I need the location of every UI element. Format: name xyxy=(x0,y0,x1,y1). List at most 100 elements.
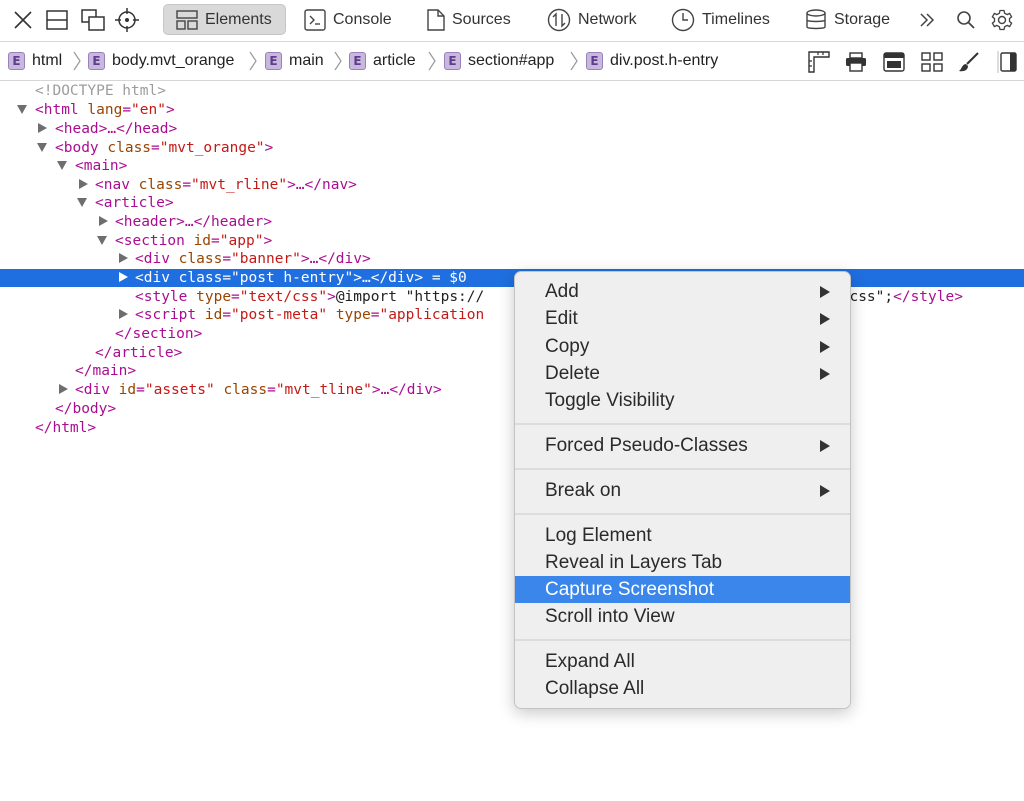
tag-name: <div xyxy=(135,270,170,286)
disclosure-expanded-icon[interactable] xyxy=(17,105,27,114)
disclosure-collapsed-icon[interactable] xyxy=(99,216,108,226)
element-badge-icon: E xyxy=(265,52,282,70)
breadcrumb-item-body[interactable]: E body.mvt_orange xyxy=(88,50,234,72)
element-badge-icon: E xyxy=(349,52,366,70)
devtools-toolbar: Elements Console Sources Network Timelin… xyxy=(0,0,1024,40)
submenu-arrow-icon xyxy=(820,286,830,298)
dom-tree: <!DOCTYPE html> <html lang="en"> <head>…… xyxy=(0,82,1024,801)
dom-node-head[interactable]: <head>…</head> xyxy=(0,120,1024,138)
disclosure-collapsed-icon[interactable] xyxy=(79,179,88,189)
dom-node-html-close[interactable]: </html> xyxy=(0,419,1024,437)
clock-icon xyxy=(671,8,695,31)
tab-label: Sources xyxy=(452,10,511,28)
tag-name: </body> xyxy=(55,401,117,417)
sidebar-toggle-icon[interactable] xyxy=(995,51,1019,73)
breadcrumb-label: div.post.h-entry xyxy=(610,52,719,69)
tab-timelines[interactable]: Timelines xyxy=(659,4,782,35)
brush-icon[interactable] xyxy=(957,51,981,73)
element-badge-icon: E xyxy=(444,52,461,70)
menu-item-reveal-in-layers-tab[interactable]: Reveal in Layers Tab xyxy=(515,549,850,576)
tag-name: <style xyxy=(135,289,188,305)
dom-node-article-close[interactable]: </article> xyxy=(0,344,1024,362)
dom-node-div-assets[interactable]: <div id="assets" class="mvt_tline">…</di… xyxy=(0,381,1024,399)
print-icon[interactable] xyxy=(844,51,868,73)
menu-item-collapse-all[interactable]: Collapse All xyxy=(515,675,850,702)
grid-icon[interactable] xyxy=(920,51,944,73)
tab-storage[interactable]: Storage xyxy=(793,4,902,35)
disclosure-collapsed-icon[interactable] xyxy=(38,123,47,133)
attr-name: type xyxy=(335,307,371,323)
disclosure-collapsed-icon[interactable] xyxy=(59,384,68,394)
tab-label: Network xyxy=(578,10,637,28)
dom-node-style[interactable]: <style type="text/css">@import "https://… xyxy=(0,288,1024,306)
breadcrumb-label: section#app xyxy=(468,52,555,69)
dom-node-doctype[interactable]: <!DOCTYPE html> xyxy=(0,82,1024,100)
element-picker-icon[interactable] xyxy=(113,6,141,34)
attr-value: "assets" xyxy=(144,382,215,398)
menu-item-scroll-into-view[interactable]: Scroll into View xyxy=(515,603,850,630)
dom-node-body-close[interactable]: </body> xyxy=(0,400,1024,418)
attr-value: "mvt_orange" xyxy=(159,140,265,156)
attr-name: class xyxy=(138,177,183,193)
dom-node-script[interactable]: <script id="post-meta" type="application xyxy=(0,306,1024,324)
breadcrumb-item-main[interactable]: E main xyxy=(265,50,324,72)
tab-elements[interactable]: Elements xyxy=(163,4,286,35)
dom-node-html[interactable]: <html lang="en"> xyxy=(0,101,1024,119)
dom-node-section-close[interactable]: </section> xyxy=(0,325,1024,343)
attr-name: lang xyxy=(87,102,123,118)
attr-value: "application xyxy=(379,307,485,323)
menu-item-expand-all[interactable]: Expand All xyxy=(515,648,850,675)
ruler-icon[interactable] xyxy=(807,51,831,73)
attr-value: "en" xyxy=(131,102,166,118)
tab-sources[interactable]: Sources xyxy=(415,4,523,35)
menu-item-toggle-visibility[interactable]: Toggle Visibility xyxy=(515,387,850,414)
dock-icon[interactable] xyxy=(43,6,71,34)
attr-name: class xyxy=(107,140,152,156)
disclosure-collapsed-icon[interactable] xyxy=(119,253,128,263)
dom-node-div-banner[interactable]: <div class="banner">…</div> xyxy=(0,250,1024,268)
dom-node-nav[interactable]: <nav class="mvt_rline">…</nav> xyxy=(0,176,1024,194)
attr-value: "text/css" xyxy=(239,289,328,305)
menu-item-edit[interactable]: Edit xyxy=(515,305,850,332)
menu-item-copy[interactable]: Copy xyxy=(515,333,850,360)
breadcrumb-item-section[interactable]: E section#app xyxy=(444,50,554,72)
breadcrumb-item-div-post[interactable]: E div.post.h-entry xyxy=(586,50,718,72)
undock-icon[interactable] xyxy=(79,6,107,34)
context-menu: Add Edit Copy Delete Toggle Visibility F… xyxy=(514,271,851,709)
close-icon[interactable] xyxy=(9,6,37,34)
search-icon[interactable] xyxy=(952,6,980,34)
disclosure-collapsed-icon[interactable] xyxy=(119,272,128,282)
tab-console[interactable]: Console xyxy=(292,4,404,35)
dom-node-main-close[interactable]: </main> xyxy=(0,362,1024,380)
tag-name: <main> xyxy=(75,158,128,174)
menu-item-capture-screenshot[interactable]: Capture Screenshot xyxy=(515,576,850,603)
menu-item-add[interactable]: Add xyxy=(515,278,850,305)
disclosure-expanded-icon[interactable] xyxy=(37,143,47,152)
disclosure-expanded-icon[interactable] xyxy=(97,236,107,245)
menu-item-forced-pseudo-classes[interactable]: Forced Pseudo-Classes xyxy=(515,432,850,459)
tag-name: <div xyxy=(75,382,110,398)
disclosure-expanded-icon[interactable] xyxy=(57,161,67,170)
breadcrumb-item-html[interactable]: E html xyxy=(8,50,62,72)
tab-network[interactable]: Network xyxy=(535,4,649,35)
dom-node-main[interactable]: <main> xyxy=(0,157,1024,175)
dom-node-article[interactable]: <article> xyxy=(0,194,1024,212)
dom-node-header[interactable]: <header>…</header> xyxy=(0,213,1024,231)
menu-item-delete[interactable]: Delete xyxy=(515,360,850,387)
layout-icon[interactable] xyxy=(882,51,906,73)
dom-node-section[interactable]: <section id="app"> xyxy=(0,232,1024,250)
disclosure-collapsed-icon[interactable] xyxy=(119,309,128,319)
doctype-text: <!DOCTYPE html> xyxy=(35,83,166,99)
overflow-icon[interactable] xyxy=(913,6,941,34)
tag-name: <div xyxy=(135,251,170,267)
tag-name: <html xyxy=(35,102,79,118)
breadcrumb-item-article[interactable]: E article xyxy=(349,50,416,72)
menu-item-break-on[interactable]: Break on xyxy=(515,477,850,504)
elements-icon xyxy=(176,9,198,30)
disclosure-expanded-icon[interactable] xyxy=(77,198,87,207)
dom-node-body[interactable]: <body class="mvt_orange"> xyxy=(0,139,1024,157)
breadcrumb-label: article xyxy=(373,52,416,69)
dom-node-div-post-selected[interactable]: <div class="post h-entry">…</div> = $0 xyxy=(0,269,1024,287)
menu-item-log-element[interactable]: Log Element xyxy=(515,522,850,549)
gear-icon[interactable] xyxy=(988,6,1016,34)
